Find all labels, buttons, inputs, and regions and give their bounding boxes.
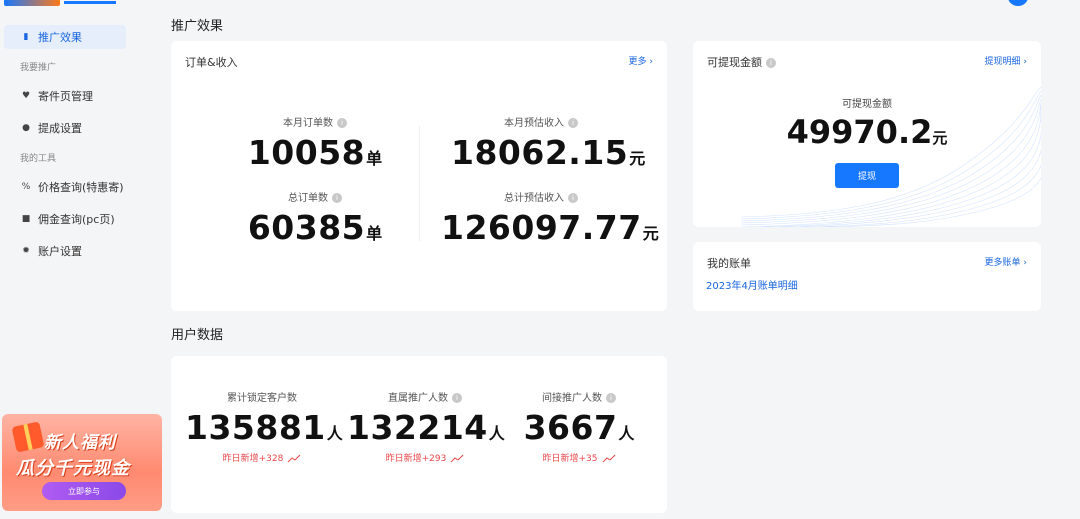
gift-icon xyxy=(11,421,45,453)
trend-up-icon xyxy=(288,454,301,463)
stat-total-orders: 总订单数 i 60385单 xyxy=(243,189,387,247)
stat-direct-promoters: 直属推广人数 i 132214人 昨日新增+293 xyxy=(347,389,505,464)
stat-value: 10058 xyxy=(247,133,366,172)
withdrawable-cash-card: 可提现金额 i 提现明细 › 可提现金额 49970.2元 提现 xyxy=(693,41,1041,227)
withdraw-details-link[interactable]: 提现明细 › xyxy=(985,54,1028,67)
promo-join-button[interactable]: 立即参与 xyxy=(42,482,126,500)
info-icon[interactable]: i xyxy=(568,118,578,128)
info-icon[interactable]: i xyxy=(452,393,462,403)
stat-label: 总计预估收入 xyxy=(504,193,564,204)
divider xyxy=(419,126,420,241)
stat-value: 126097.77 xyxy=(441,208,642,247)
stat-unit: 人 xyxy=(326,424,343,443)
stat-unit: 元 xyxy=(629,149,646,168)
cash-amount: 49970.2元 xyxy=(786,113,948,151)
stat-value: 60385 xyxy=(247,208,366,247)
new-user-promo-banner[interactable]: 新人福利 瓜分千元现金 立即参与 xyxy=(2,414,162,511)
settings-icon: ✹ xyxy=(22,246,30,256)
monthly-bill-link[interactable]: 2023年4月账单明细 xyxy=(706,277,798,292)
orders-more-link[interactable]: 更多 › xyxy=(629,54,654,67)
info-icon[interactable]: i xyxy=(766,58,776,68)
stat-label: 总订单数 xyxy=(288,193,328,204)
sidebar-group-tools: 我的工具 xyxy=(20,154,57,164)
orders-income-card: 订单&收入 更多 › 本月订单数 i 10058单 本月预估收入 i 18062.1… xyxy=(171,41,667,311)
card-title: 可提现金额 i xyxy=(707,54,776,70)
growth-text: 昨日新增+293 xyxy=(385,454,447,464)
user-avatar[interactable] xyxy=(1008,0,1028,6)
sidebar: ▮ 推广效果 我要推广 ♥ 寄件页管理 ● 提成设置 我的工具 % 价格查询(特… xyxy=(0,0,166,519)
stat-label: 本月订单数 xyxy=(283,118,333,129)
chevron-right-icon: › xyxy=(649,57,653,67)
sidebar-item-promotion-effect[interactable]: ▮ 推广效果 xyxy=(4,25,126,49)
stat-unit: 元 xyxy=(642,224,659,243)
stat-label: 直属推广人数 xyxy=(388,393,448,404)
card-title: 我的账单 xyxy=(707,257,751,270)
chart-icon: ▮ xyxy=(23,32,29,42)
sidebar-item-label: 账户设置 xyxy=(38,245,82,258)
stat-unit: 单 xyxy=(366,224,383,243)
info-icon[interactable]: i xyxy=(606,393,616,403)
growth-text: 昨日新增+35 xyxy=(542,454,598,464)
stat-value: 3667 xyxy=(523,408,618,447)
trend-up-icon xyxy=(602,454,615,463)
sidebar-item-label: 佣金查询(pc页) xyxy=(38,213,115,226)
stat-unit: 单 xyxy=(366,149,383,168)
stat-monthly-income: 本月预估收入 i 18062.15元 xyxy=(451,114,645,172)
percent-icon: % xyxy=(21,182,31,192)
stat-monthly-orders: 本月订单数 i 10058单 xyxy=(243,114,387,172)
sidebar-item-label: 价格查询(特惠寄) xyxy=(38,181,124,194)
user-data-title: 用户数据 xyxy=(171,328,224,343)
user-data-card: 累计锁定客户数 135881人 昨日新增+328 直属推广人数 i 132214人… xyxy=(171,356,667,513)
gear-icon: ● xyxy=(22,123,30,133)
promo-title: 新人福利 xyxy=(44,433,116,453)
sidebar-item-commission-settings[interactable]: ● 提成设置 xyxy=(4,116,126,140)
info-icon[interactable]: i xyxy=(332,193,342,203)
my-bill-card: 我的账单 更多账单 › 2023年4月账单明细 xyxy=(693,242,1041,311)
app-logo[interactable] xyxy=(0,0,120,6)
heart-icon: ♥ xyxy=(21,91,31,101)
stat-label: 本月预估收入 xyxy=(504,118,564,129)
stat-unit: 人 xyxy=(488,424,505,443)
page-title: 推广效果 xyxy=(171,19,224,34)
sidebar-item-price-query[interactable]: % 价格查询(特惠寄) xyxy=(4,175,126,199)
stat-value: 135881 xyxy=(185,408,326,447)
promo-subtitle: 瓜分千元现金 xyxy=(16,458,130,479)
chevron-right-icon: › xyxy=(1023,258,1027,268)
trend-up-icon xyxy=(451,454,464,463)
stat-unit: 人 xyxy=(618,424,635,443)
cash-label: 可提现金额 xyxy=(842,99,892,110)
stat-total-income: 总计预估收入 i 126097.77元 xyxy=(441,189,659,247)
info-icon[interactable]: i xyxy=(568,193,578,203)
more-bills-link[interactable]: 更多账单 › xyxy=(985,255,1028,268)
stat-indirect-promoters: 间接推广人数 i 3667人 昨日新增+35 xyxy=(509,389,649,464)
lock-icon: ■ xyxy=(21,214,31,224)
sidebar-item-label: 提成设置 xyxy=(38,122,82,135)
sidebar-item-shipping-page[interactable]: ♥ 寄件页管理 xyxy=(4,84,126,108)
sidebar-item-label: 寄件页管理 xyxy=(38,90,93,103)
card-title: 订单&收入 xyxy=(185,56,238,69)
growth-text: 昨日新增+328 xyxy=(222,454,284,464)
stat-value: 18062.15 xyxy=(451,133,629,172)
stat-value: 132214 xyxy=(347,408,488,447)
stat-locked-customers: 累计锁定客户数 135881人 昨日新增+328 xyxy=(185,389,343,464)
sidebar-item-commission-query[interactable]: ■ 佣金查询(pc页) xyxy=(4,207,126,231)
sidebar-item-label: 推广效果 xyxy=(38,31,82,44)
withdraw-button[interactable]: 提现 xyxy=(835,163,899,188)
chevron-right-icon: › xyxy=(1023,57,1027,67)
sidebar-group-promote: 我要推广 xyxy=(20,63,57,73)
stat-label: 累计锁定客户数 xyxy=(227,393,297,404)
info-icon[interactable]: i xyxy=(337,118,347,128)
stat-label: 间接推广人数 xyxy=(542,393,602,404)
sidebar-item-account-settings[interactable]: ✹ 账户设置 xyxy=(4,239,126,263)
